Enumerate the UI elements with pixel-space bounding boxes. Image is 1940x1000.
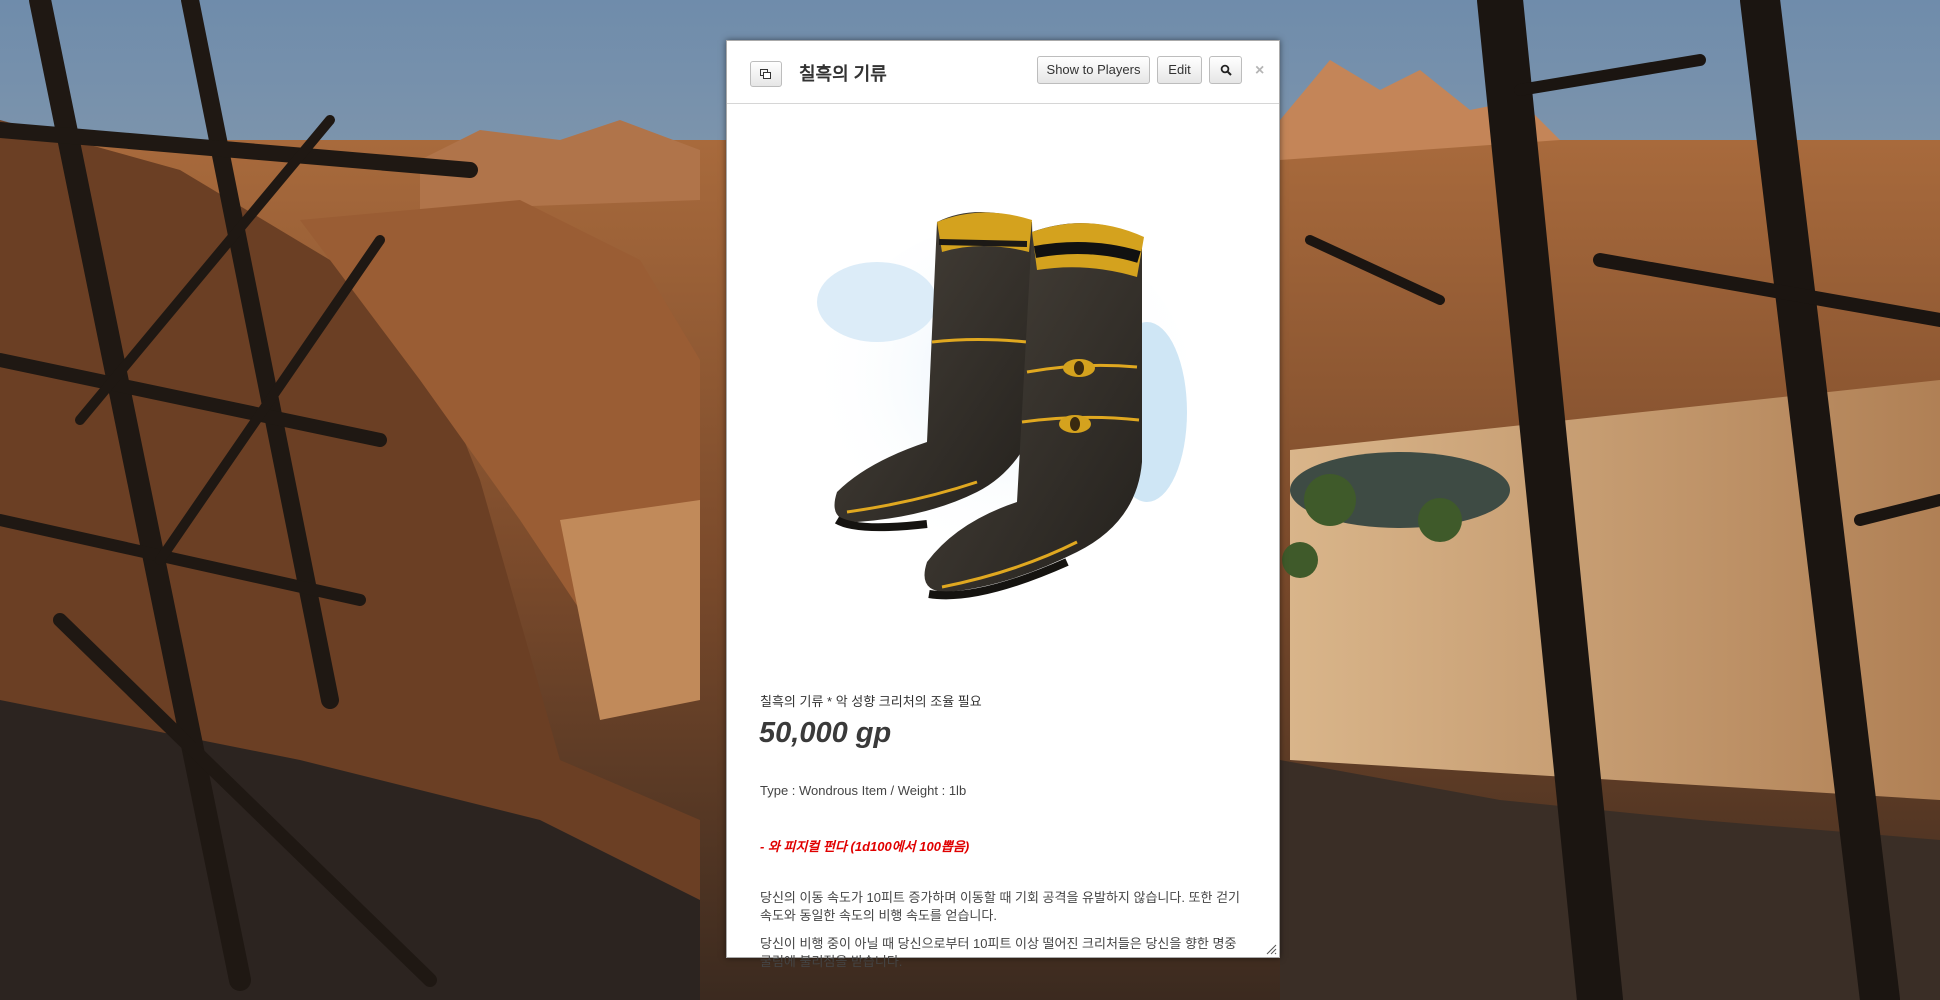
item-type-weight: Type : Wondrous Item / Weight : 1lb — [760, 783, 967, 798]
close-button[interactable]: × — [1255, 62, 1264, 80]
item-description-paragraph: 당신의 이동 속도가 10피트 증가하며 이동할 때 기회 공격을 유발하지 않… — [760, 890, 1241, 923]
item-subtitle: 칠흑의 기류 * 악 성향 크리처의 조율 필요 — [760, 694, 982, 709]
resize-grip-icon[interactable] — [1265, 943, 1277, 955]
search-icon — [1220, 64, 1232, 76]
item-bonus-note: - 와 피지컬 펀다 (1d100에서 100뽑음) — [760, 839, 970, 854]
search-button[interactable] — [1209, 56, 1242, 84]
dialog-titlebar: 칠흑의 기류 Show to Players Edit × — [727, 41, 1279, 104]
dialog-title: 칠흑의 기류 — [799, 64, 887, 84]
handout-dialog: 칠흑의 기류 Show to Players Edit × 칠흑의 기류 * 악… — [726, 40, 1280, 969]
popout-icon — [760, 69, 771, 79]
item-description-paragraph: 당신이 비행 중이 아닐 때 당신으로부터 10피트 이상 떨어진 크리처들은 … — [760, 936, 1237, 969]
item-price: 50,000 gp — [759, 717, 892, 749]
edit-button[interactable]: Edit — [1157, 56, 1202, 84]
handout-content: 칠흑의 기류 * 악 성향 크리처의 조율 필요 50,000 gp Type … — [727, 104, 1279, 969]
show-to-players-button[interactable]: Show to Players — [1037, 56, 1150, 84]
popout-button[interactable] — [750, 61, 782, 87]
item-image-boots[interactable] — [817, 192, 1197, 632]
